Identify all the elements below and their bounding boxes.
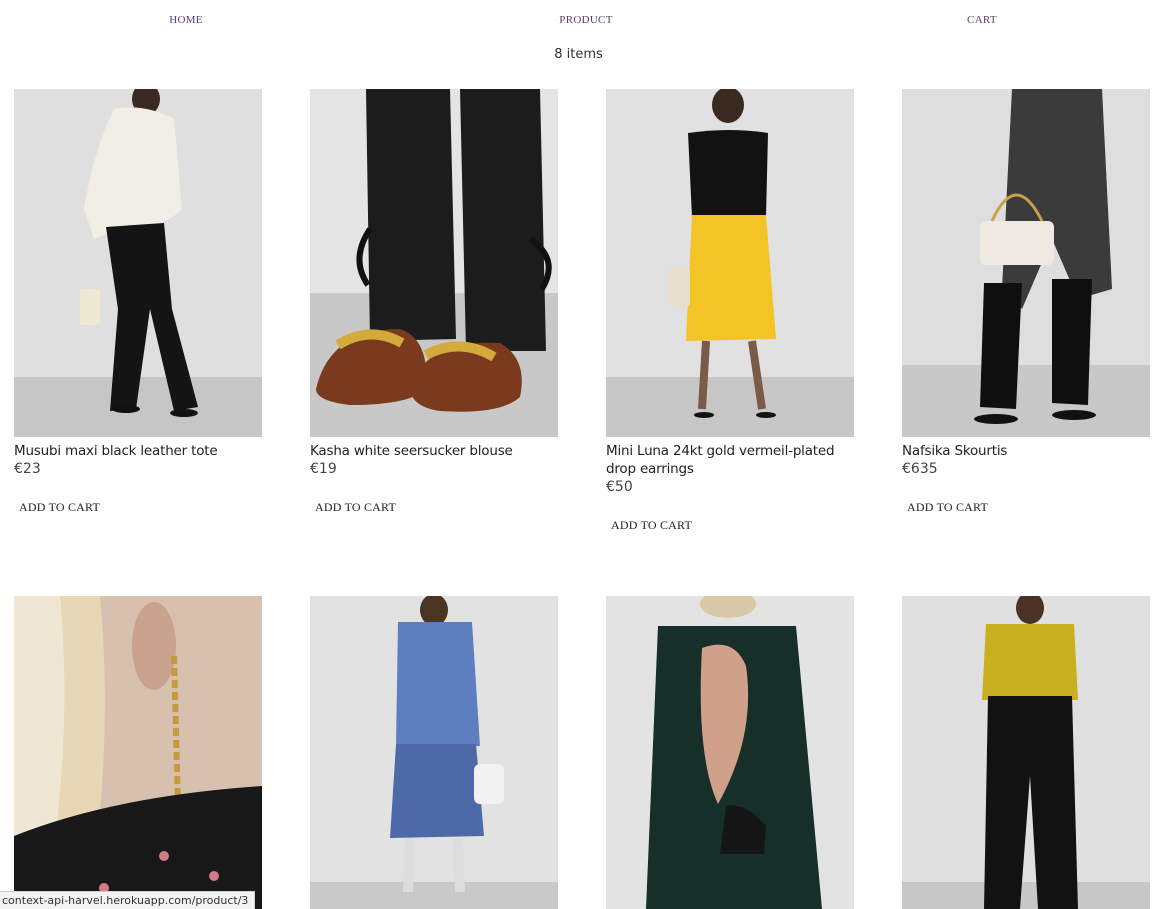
add-to-cart-button[interactable]: ADD TO CART — [611, 518, 692, 533]
nav-product-link[interactable]: PRODUCT — [559, 14, 612, 26]
product-image[interactable] — [902, 596, 1150, 909]
add-to-cart-button[interactable]: ADD TO CART — [19, 500, 100, 515]
product-image[interactable] — [310, 596, 558, 909]
product-name[interactable]: Musubi maxi black leather tote — [14, 442, 262, 460]
product-card: Mini Luna 24kt gold vermeil-plated drop … — [606, 89, 854, 533]
product-image[interactable] — [14, 596, 262, 909]
nav-home-link[interactable]: HOME — [169, 14, 203, 26]
add-to-cart-button[interactable]: ADD TO CART — [315, 500, 396, 515]
product-card: Musubi maxi black leather tote €23 ADD T… — [14, 89, 262, 515]
product-card: Nafsika Skourtis €635 ADD TO CART — [902, 89, 1150, 515]
product-price: €19 — [310, 461, 337, 477]
product-price: €23 — [14, 461, 41, 477]
top-nav: HOME PRODUCT CART — [0, 0, 1157, 40]
nav-cart-link[interactable]: CART — [967, 14, 997, 26]
product-card — [606, 596, 854, 909]
product-image[interactable] — [902, 89, 1150, 437]
items-count: 8 items — [554, 47, 603, 62]
product-image[interactable] — [14, 89, 262, 437]
product-price: €50 — [606, 479, 633, 495]
add-to-cart-button[interactable]: ADD TO CART — [907, 500, 988, 515]
product-image[interactable] — [310, 89, 558, 437]
product-price: €635 — [902, 461, 938, 477]
status-bar-url: context-api-harvel.herokuapp.com/product… — [0, 891, 256, 909]
product-card — [902, 596, 1150, 909]
product-name[interactable]: Mini Luna 24kt gold vermeil-plated drop … — [606, 442, 854, 478]
product-card: Kasha white seersucker blouse €19 ADD TO… — [310, 89, 558, 515]
product-image[interactable] — [606, 596, 854, 909]
product-card — [310, 596, 558, 909]
product-name[interactable]: Nafsika Skourtis — [902, 442, 1150, 460]
product-name[interactable]: Kasha white seersucker blouse — [310, 442, 558, 460]
product-image[interactable] — [606, 89, 854, 437]
product-card — [14, 596, 262, 909]
